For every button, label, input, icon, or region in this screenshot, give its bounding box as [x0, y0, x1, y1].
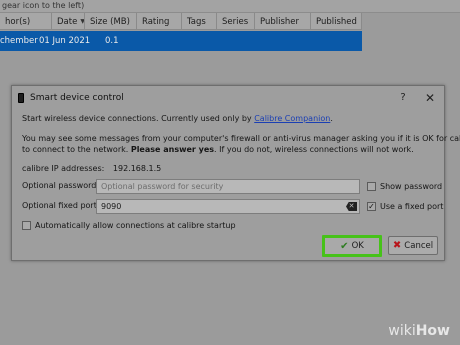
- column-rating[interactable]: Rating: [137, 13, 182, 30]
- column-authors[interactable]: hor(s): [0, 13, 52, 30]
- clear-icon[interactable]: ✕: [346, 202, 357, 211]
- password-label: Optional password:: [22, 181, 100, 190]
- password-input[interactable]: Optional password for security: [96, 179, 360, 194]
- cell-size: 0.1: [105, 36, 119, 46]
- use-fixed-port-label: Use a fixed port: [380, 202, 444, 211]
- cancel-label: Cancel: [404, 240, 434, 251]
- smart-device-dialog: Smart device control ? ✕ Start wireless …: [11, 85, 460, 261]
- dialog-title: Smart device control: [30, 93, 124, 103]
- cell-author: chember: [0, 36, 38, 46]
- ip-label: calibre IP addresses:: [22, 164, 105, 173]
- book-list-header: hor(s) Date ▼ Size (MB) Rating Tags Serie…: [0, 13, 362, 30]
- port-input[interactable]: 9090 ✕: [96, 199, 360, 214]
- port-value: 9090: [101, 202, 122, 211]
- auto-connect-checkbox[interactable]: [22, 221, 31, 230]
- wikihow-watermark: wikiHow: [388, 323, 450, 339]
- firewall-text-line1: You may see some messages from your comp…: [22, 134, 460, 143]
- column-date[interactable]: Date ▼: [52, 13, 85, 30]
- column-size[interactable]: Size (MB): [85, 13, 137, 30]
- help-button[interactable]: ?: [396, 90, 410, 106]
- ip-address-row: calibre IP addresses: 192.168.1.5: [22, 163, 161, 174]
- search-hint-text: gear icon to the left): [0, 0, 460, 13]
- port-label: Optional fixed port:: [22, 201, 100, 210]
- column-series[interactable]: Series: [217, 13, 255, 30]
- firewall-text-line2: to connect to the network. Please answer…: [22, 145, 414, 154]
- column-published[interactable]: Published: [311, 13, 362, 30]
- column-publisher[interactable]: Publisher: [255, 13, 311, 30]
- table-row[interactable]: chember 01 Jun 2021 0.1: [0, 31, 362, 51]
- ip-value: 192.168.1.5: [112, 164, 162, 173]
- ok-label: OK: [351, 241, 364, 251]
- device-icon: [18, 93, 24, 103]
- auto-connect-label: Automatically allow connections at calib…: [35, 221, 236, 230]
- use-fixed-port-checkbox[interactable]: ✓: [367, 202, 376, 211]
- show-password-label: Show password: [380, 182, 443, 191]
- checkmark-icon: ✔: [340, 240, 349, 252]
- ok-button[interactable]: ✔ OK: [322, 235, 382, 257]
- intro-text: Start wireless device connections. Curre…: [22, 114, 333, 123]
- dialog-titlebar[interactable]: Smart device control ? ✕: [12, 86, 444, 110]
- cancel-x-icon: ✖: [392, 240, 402, 251]
- column-tags[interactable]: Tags: [182, 13, 217, 30]
- cell-date: 01 Jun 2021: [39, 36, 91, 46]
- show-password-checkbox[interactable]: [367, 182, 376, 191]
- calibre-companion-link[interactable]: Calibre Companion: [254, 114, 330, 123]
- cancel-button[interactable]: ✖ Cancel: [388, 236, 438, 255]
- close-icon[interactable]: ✕: [422, 90, 438, 106]
